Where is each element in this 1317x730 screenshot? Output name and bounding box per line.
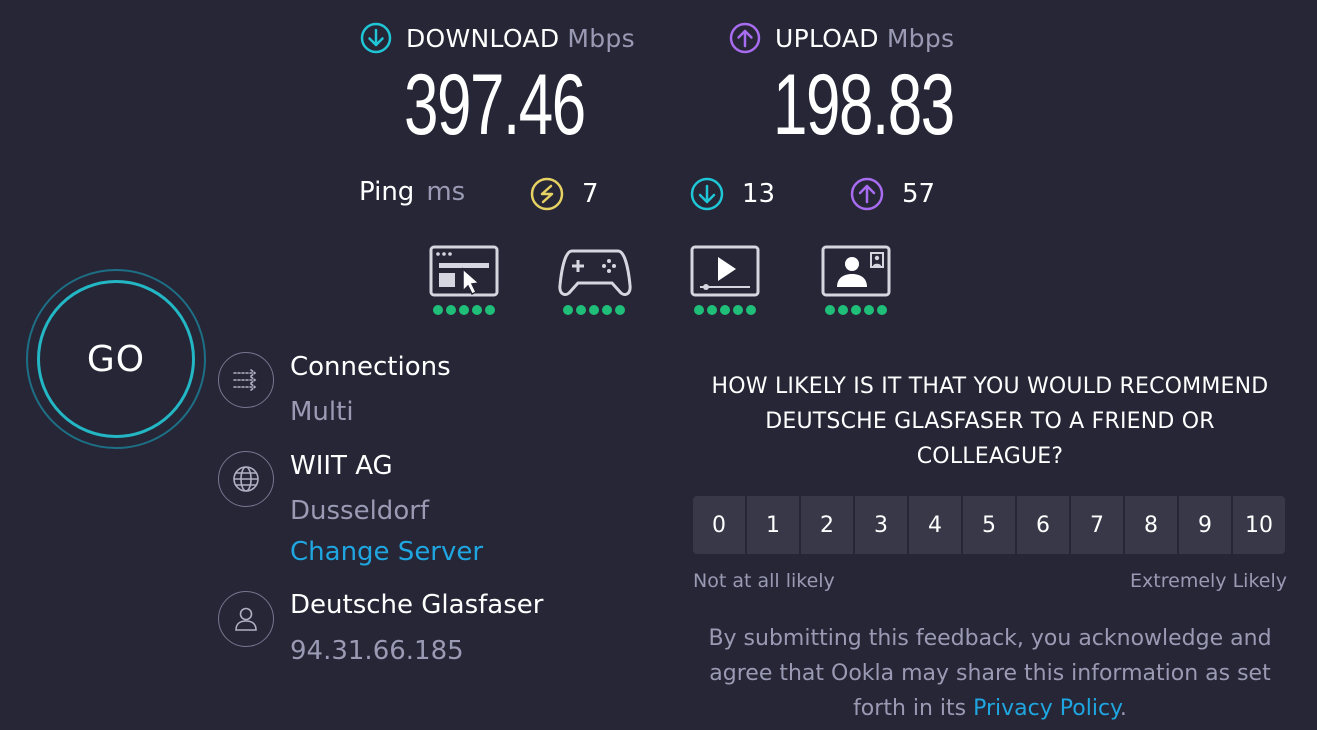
rating-dot xyxy=(459,305,469,315)
connections-value[interactable]: Multi xyxy=(290,397,354,427)
nps-option-3[interactable]: 3 xyxy=(855,496,907,554)
connections-title: Connections xyxy=(290,352,451,382)
survey-question: HOW LIKELY IS IT THAT YOU WOULD RECOMMEN… xyxy=(711,374,1269,469)
video-streaming-rating-dots xyxy=(689,305,761,315)
gaming-icon xyxy=(558,249,632,297)
rating-dot xyxy=(877,305,887,315)
rating-dot xyxy=(433,305,443,315)
ping-idle: 7 xyxy=(530,177,599,211)
ping-label: Ping xyxy=(359,177,415,207)
scale-low-label: Not at all likely xyxy=(693,570,835,592)
rating-dot xyxy=(602,305,612,315)
nps-option-6[interactable]: 6 xyxy=(1017,496,1069,554)
web-browsing-rating-dots xyxy=(428,305,500,315)
nps-option-5[interactable]: 5 xyxy=(963,496,1015,554)
ping-download: 13 xyxy=(690,177,775,211)
gaming-rating-dots xyxy=(558,305,630,315)
nps-option-0[interactable]: 0 xyxy=(693,496,745,554)
ping-idle-value: 7 xyxy=(582,179,599,209)
ping-download-value: 13 xyxy=(742,179,776,209)
rating-dot xyxy=(589,305,599,315)
video-streaming-rating xyxy=(689,245,761,315)
privacy-policy-link[interactable]: Privacy Policy xyxy=(973,696,1120,721)
rating-dot xyxy=(746,305,756,315)
disclaimer-period: . xyxy=(1119,696,1127,721)
download-latency-icon xyxy=(690,177,724,211)
rating-dot xyxy=(825,305,835,315)
nps-option-7[interactable]: 7 xyxy=(1071,496,1123,554)
rating-dot xyxy=(851,305,861,315)
rating-dot xyxy=(707,305,717,315)
rating-dot xyxy=(576,305,586,315)
ping-upload: 57 xyxy=(850,177,935,211)
scale-high-label: Extremely Likely xyxy=(1130,570,1287,592)
go-button-ring: GO xyxy=(26,269,206,449)
upload-arrow-icon xyxy=(729,22,761,54)
user-icon xyxy=(218,591,274,647)
rating-dot xyxy=(446,305,456,315)
upload-latency-icon xyxy=(850,177,884,211)
video-chat-rating xyxy=(820,245,892,315)
gaming-rating xyxy=(558,245,632,315)
server-name: WIIT AG xyxy=(290,451,393,481)
download-value: 397.46 xyxy=(404,57,586,153)
download-arrow-icon xyxy=(360,22,392,54)
nps-option-1[interactable]: 1 xyxy=(747,496,799,554)
nps-scale: 0 1 2 3 4 5 6 7 8 9 10 xyxy=(693,496,1285,554)
download-label-row: DOWNLOAD Mbps xyxy=(360,22,635,54)
upload-unit: Mbps xyxy=(886,23,955,53)
nps-option-10[interactable]: 10 xyxy=(1233,496,1285,554)
download-unit: Mbps xyxy=(567,23,635,53)
rating-dot xyxy=(733,305,743,315)
upload-label-row: UPLOAD Mbps xyxy=(729,22,954,54)
rating-dot xyxy=(472,305,482,315)
web-browsing-rating xyxy=(428,245,500,315)
ping-upload-value: 57 xyxy=(902,179,936,209)
ping-label-row: Ping ms xyxy=(359,177,465,207)
nps-option-4[interactable]: 4 xyxy=(909,496,961,554)
upload-value: 198.83 xyxy=(773,57,955,153)
provider-ip: 94.31.66.185 xyxy=(290,636,464,666)
rating-dot xyxy=(838,305,848,315)
survey-disclaimer: By submitting this feedback, you acknowl… xyxy=(690,621,1290,726)
globe-icon xyxy=(218,451,274,507)
connections-icon xyxy=(218,352,274,408)
idle-latency-icon xyxy=(530,177,564,211)
rating-dot xyxy=(485,305,495,315)
video-chat-icon xyxy=(821,245,891,297)
rating-dot xyxy=(615,305,625,315)
rating-dot xyxy=(694,305,704,315)
provider-name: Deutsche Glasfaser xyxy=(290,590,544,620)
rating-dot xyxy=(563,305,573,315)
video-chat-rating-dots xyxy=(820,305,892,315)
rating-dot xyxy=(720,305,730,315)
nps-option-8[interactable]: 8 xyxy=(1125,496,1177,554)
download-label: DOWNLOAD xyxy=(406,23,560,53)
server-location: Dusseldorf xyxy=(290,496,430,526)
video-streaming-icon xyxy=(690,245,760,297)
ping-unit: ms xyxy=(426,177,466,207)
nps-option-2[interactable]: 2 xyxy=(801,496,853,554)
change-server-link[interactable]: Change Server xyxy=(290,537,483,567)
nps-option-9[interactable]: 9 xyxy=(1179,496,1231,554)
upload-label: UPLOAD xyxy=(775,23,879,53)
rating-dot xyxy=(864,305,874,315)
go-button[interactable]: GO xyxy=(37,280,195,438)
web-browsing-icon xyxy=(429,245,499,297)
